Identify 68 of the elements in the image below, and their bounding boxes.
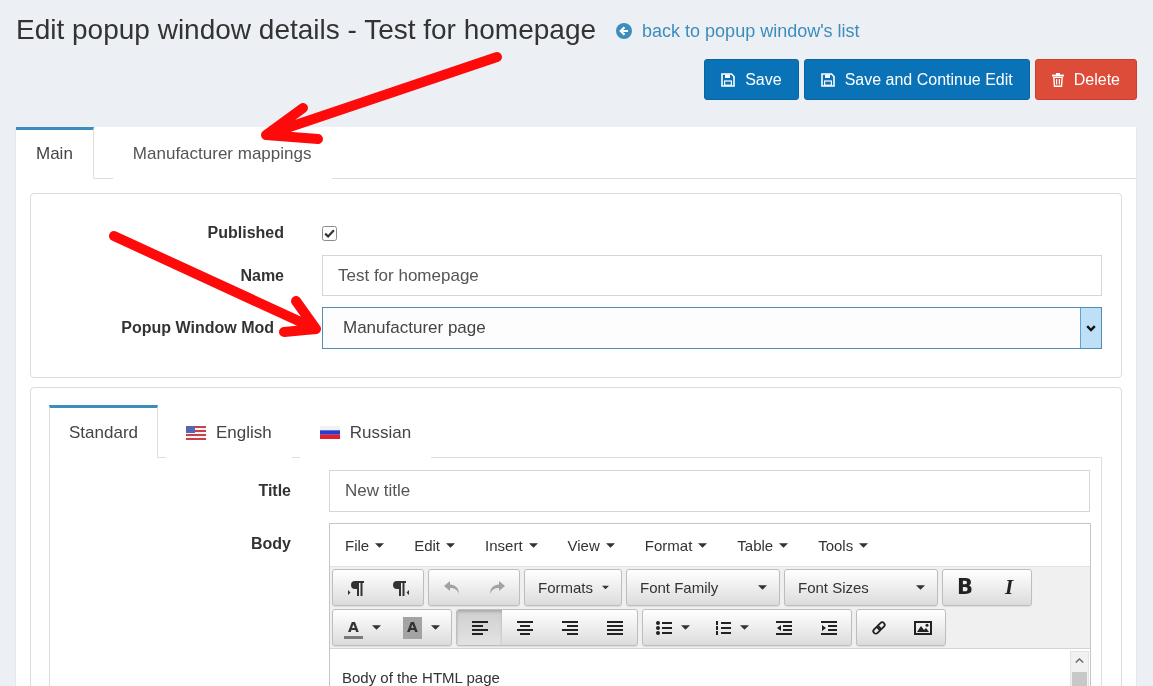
dropdown-button[interactable]: Font Sizes [785, 570, 937, 605]
checkbox[interactable] [322, 225, 337, 241]
tab[interactable]: Main [16, 127, 94, 179]
link-icon [871, 619, 887, 636]
caret-down-icon [375, 542, 385, 548]
align-justify-icon [606, 620, 623, 635]
tab[interactable]: Standard [49, 405, 158, 458]
caret-down-icon [371, 625, 381, 630]
caret-down-icon [602, 585, 609, 590]
image-icon [914, 620, 932, 635]
caret-down-icon [528, 542, 538, 548]
align-right-icon [561, 620, 578, 635]
highlight-color-button[interactable]: A [392, 610, 451, 645]
caret-down-icon [680, 625, 690, 630]
text-field[interactable]: Test for homepage [322, 255, 1102, 296]
field-label: Body [251, 534, 291, 554]
caret-down-icon [698, 542, 708, 548]
caret-down-icon [446, 542, 456, 548]
pilcrow-icon [347, 579, 364, 596]
redo-icon [488, 580, 505, 595]
menu-item[interactable]: File [330, 524, 400, 566]
flag-icon [186, 425, 206, 440]
menu-item[interactable]: View [552, 524, 630, 566]
field-label: Published [207, 223, 284, 243]
menu-item[interactable]: Insert [470, 524, 553, 566]
align-center-icon [516, 620, 533, 635]
outdent-icon [775, 620, 792, 635]
caret-down-icon [758, 585, 767, 590]
text-color-button[interactable]: A [333, 610, 392, 645]
save-button[interactable]: Save and Continue Edit [803, 59, 1030, 100]
field-label: Title [258, 481, 291, 501]
field-label: Name [240, 265, 284, 286]
italic-button[interactable]: I [987, 570, 1031, 605]
dropdown-button[interactable]: Font Family [627, 570, 779, 605]
dropdown-button[interactable]: Formats [525, 570, 621, 605]
delete-button[interactable]: Delete [1034, 59, 1137, 100]
pilcrow-icon [392, 579, 409, 596]
caret-down-icon [430, 625, 440, 630]
flag-icon [319, 426, 340, 439]
trash-icon [1051, 72, 1064, 87]
menu-item[interactable]: Edit [399, 524, 471, 566]
caret-down-icon [916, 585, 925, 590]
align-button[interactable] [457, 610, 502, 645]
chevron-down-icon [1086, 324, 1096, 332]
caret-down-icon [605, 542, 615, 548]
menu-item[interactable]: Table [722, 524, 804, 566]
field-label: Popup Window Mod [121, 318, 274, 338]
body-text: Body of the HTML page [341, 668, 501, 686]
indent-icon [820, 620, 837, 635]
save-icon [721, 72, 736, 87]
save-button[interactable]: Save [704, 59, 799, 100]
caret-down-icon [739, 625, 749, 630]
caret-down-icon [779, 542, 789, 548]
save-icon [820, 72, 835, 87]
caret-down-icon [859, 542, 869, 548]
undo-icon [443, 580, 460, 595]
bullet-list-icon [655, 620, 672, 635]
numbered-list-icon [714, 620, 731, 635]
menu-item[interactable]: Format [629, 524, 723, 566]
circle-arrow-left-icon [616, 23, 633, 39]
select-toggle[interactable] [1080, 308, 1101, 348]
caret-up-icon [1075, 658, 1084, 663]
select-field[interactable]: Manufacturer page [322, 307, 1102, 349]
bold-button[interactable]: B [943, 570, 987, 605]
text-field[interactable]: New title [329, 470, 1090, 512]
menu-item[interactable]: Tools [803, 524, 884, 566]
align-left-icon [471, 620, 488, 635]
page-title: Edit popup window details - Test for homepage [16, 14, 597, 46]
